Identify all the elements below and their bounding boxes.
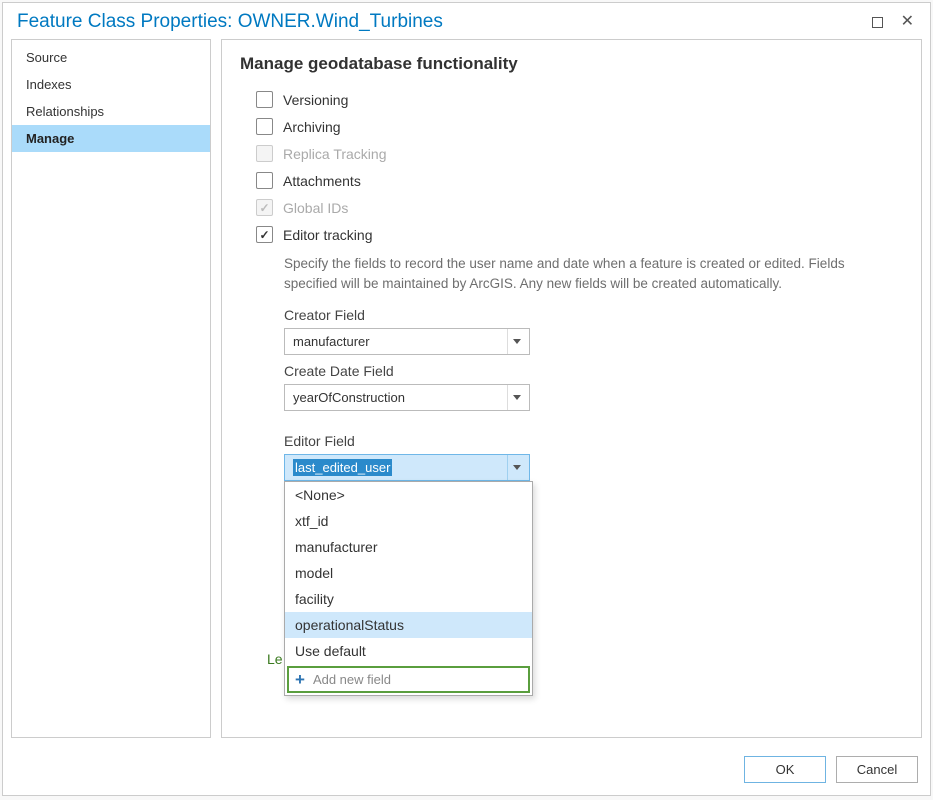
checkbox-attachments-label: Attachments: [283, 173, 361, 189]
dropdown-option-manufacturer[interactable]: manufacturer: [285, 534, 532, 560]
dropdown-option-model[interactable]: model: [285, 560, 532, 586]
createdate-field-value: yearOfConstruction: [293, 390, 405, 405]
checkbox-versioning-label: Versioning: [283, 92, 348, 108]
creator-field-combo[interactable]: manufacturer: [284, 328, 530, 355]
dialog-title: Feature Class Properties: OWNER.Wind_Tur…: [17, 11, 443, 33]
editor-field-dropdown: <None> xtf_id manufacturer model facilit…: [284, 481, 533, 696]
checkbox-globalids-label: Global IDs: [283, 200, 348, 216]
createdate-field-block: Create Date Field yearOfConstruction: [240, 357, 903, 413]
check-versioning-row: Versioning: [240, 86, 903, 113]
chevron-down-icon: [507, 385, 525, 410]
close-icon[interactable]: ✕: [901, 14, 914, 30]
check-archiving-row: Archiving: [240, 113, 903, 140]
checkbox-editortracking-label: Editor tracking: [283, 227, 372, 243]
editor-field-value: last_edited_user: [293, 459, 392, 476]
sidebar-item-indexes[interactable]: Indexes: [12, 71, 210, 98]
editor-field-combo-wrap: last_edited_user Le <None> xtf_id manufa…: [284, 454, 903, 481]
chevron-down-icon: [507, 455, 525, 480]
checkbox-global-ids: [256, 199, 273, 216]
cancel-button[interactable]: Cancel: [836, 756, 918, 783]
dropdown-add-new-field[interactable]: + Add new field: [287, 666, 530, 693]
check-attachments-row: Attachments: [240, 167, 903, 194]
createdate-field-label: Create Date Field: [284, 363, 903, 379]
sidebar-item-manage[interactable]: Manage: [12, 125, 210, 152]
check-editortracking-row: Editor tracking: [240, 221, 903, 248]
section-heading: Manage geodatabase functionality: [240, 54, 903, 74]
checkbox-replica-tracking: [256, 145, 273, 162]
checkbox-attachments[interactable]: [256, 172, 273, 189]
creator-field-value: manufacturer: [293, 334, 370, 349]
dropdown-option-xtfid[interactable]: xtf_id: [285, 508, 532, 534]
editor-tracking-description: Specify the fields to record the user na…: [240, 248, 860, 301]
dropdown-option-usedefault[interactable]: Use default: [285, 638, 532, 664]
dialog-footer: OK Cancel: [3, 746, 930, 795]
checkbox-versioning[interactable]: [256, 91, 273, 108]
dropdown-option-operationalstatus[interactable]: operationalStatus: [285, 612, 532, 638]
checkbox-archiving[interactable]: [256, 118, 273, 135]
add-new-field-label: Add new field: [313, 672, 391, 687]
chevron-down-icon: [507, 329, 525, 354]
sidebar-item-relationships[interactable]: Relationships: [12, 98, 210, 125]
maximize-icon[interactable]: [872, 17, 883, 28]
editor-field-combo[interactable]: last_edited_user: [284, 454, 530, 481]
dropdown-option-none[interactable]: <None>: [285, 482, 532, 508]
editor-field-label: Editor Field: [284, 433, 903, 449]
createdate-field-combo[interactable]: yearOfConstruction: [284, 384, 530, 411]
dropdown-option-facility[interactable]: facility: [285, 586, 532, 612]
creator-field-label: Creator Field: [284, 307, 903, 323]
titlebar: Feature Class Properties: OWNER.Wind_Tur…: [3, 3, 930, 39]
creator-field-block: Creator Field manufacturer: [240, 301, 903, 357]
content-pane: Manage geodatabase functionality Version…: [221, 39, 922, 738]
window-controls: ✕: [872, 14, 920, 30]
plus-icon: +: [295, 671, 305, 688]
checkbox-editor-tracking[interactable]: [256, 226, 273, 243]
check-replica-row: Replica Tracking: [240, 140, 903, 167]
dialog-body: Source Indexes Relationships Manage Mana…: [3, 39, 930, 746]
ok-button[interactable]: OK: [744, 756, 826, 783]
sidebar: Source Indexes Relationships Manage: [11, 39, 211, 738]
learn-more-fragment: Le: [267, 651, 283, 667]
checkbox-archiving-label: Archiving: [283, 119, 341, 135]
sidebar-item-source[interactable]: Source: [12, 44, 210, 71]
dialog-window: Feature Class Properties: OWNER.Wind_Tur…: [2, 2, 931, 796]
check-globalids-row: Global IDs: [240, 194, 903, 221]
checkbox-replica-label: Replica Tracking: [283, 146, 387, 162]
editor-field-block: Editor Field last_edited_user Le <None> …: [240, 427, 903, 483]
